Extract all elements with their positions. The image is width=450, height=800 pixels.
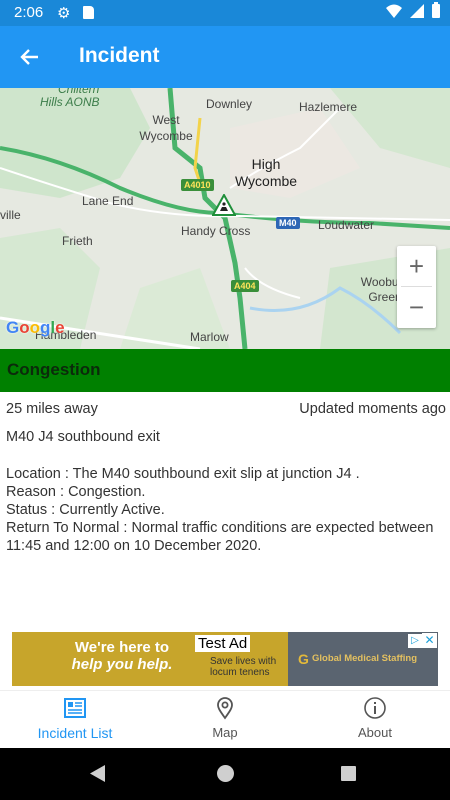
map-label-marlow: Marlow (190, 330, 229, 344)
bottom-nav: Incident List Map About (0, 690, 450, 748)
back-button[interactable] (10, 38, 48, 76)
incident-marker-icon[interactable] (212, 194, 236, 216)
map-tiles (0, 88, 450, 349)
system-recents-icon[interactable] (341, 766, 356, 781)
ad-choices-icon[interactable]: ▷ (408, 634, 422, 648)
nav-item-incident-list[interactable]: Incident List (0, 691, 150, 749)
incident-updated: Updated moments ago (299, 401, 446, 417)
battery-icon (432, 2, 440, 18)
incident-status-band: Congestion (0, 349, 450, 392)
nav-label-incident-list: Incident List (37, 725, 113, 741)
gear-icon: ⚙ (57, 5, 71, 22)
map-label-handy-cross: Handy Cross (181, 224, 251, 238)
ad-close-button[interactable]: ✕ (422, 633, 437, 648)
system-back-icon[interactable] (90, 765, 106, 782)
system-home-icon[interactable] (217, 765, 234, 782)
page-title: Incident (79, 44, 160, 67)
nav-item-map[interactable]: Map (150, 691, 300, 749)
map-label-hills-aonb: Hills AONB (40, 95, 100, 109)
info-icon (364, 697, 386, 719)
map-label-west-wycombe: West Wycombe (139, 113, 193, 143)
nav-label-map: Map (212, 725, 238, 740)
map-label-lane-end: Lane End (82, 194, 134, 208)
app-bar: Incident (0, 26, 450, 88)
ad-subtext-line-2: locum tenens (210, 667, 270, 678)
incident-status: Congestion (7, 360, 101, 379)
map-label-loudwater: Loudwater (318, 218, 375, 232)
status-bar: 2:06 ⚙ (0, 0, 450, 26)
road-shield-a404: A404 (231, 280, 259, 292)
zoom-control: + − (397, 246, 436, 328)
zoom-out-button[interactable]: − (397, 287, 436, 327)
incident-reason: Reason : Congestion. (6, 484, 146, 500)
map-label-frieth: Frieth (62, 234, 93, 248)
sd-card-icon (83, 6, 94, 19)
google-logo: Google (6, 318, 65, 337)
signal-icon (410, 4, 424, 18)
incident-description: Location : The M40 southbound exit slip … (6, 465, 446, 555)
ad-headline-line-2: help you help. (71, 656, 173, 673)
ad-headline-line-1: We're here to (74, 639, 170, 656)
wifi-icon (386, 4, 402, 18)
ad-banner[interactable]: We're here to help you help. Test Ad Sav… (12, 632, 438, 686)
list-icon (64, 698, 86, 718)
map-label-ville: ville (0, 208, 21, 222)
road-shield-m40: M40 (276, 217, 300, 229)
system-nav-bar (0, 748, 450, 800)
ad-subtext: Save lives with locum tenens (210, 656, 276, 678)
ad-brand-logo-icon: G (298, 651, 309, 667)
nav-label-about: About (358, 725, 392, 740)
ad-brand-name: Global Medical Staffing (312, 653, 418, 664)
ad-test-label: Test Ad (195, 635, 251, 652)
incident-status-line: Status : Currently Active. (6, 502, 165, 518)
incident-distance: 25 miles away (6, 401, 98, 417)
arrow-back-icon (20, 49, 38, 65)
map-pin-icon (217, 697, 233, 720)
incident-location: Location : The M40 southbound exit slip … (6, 466, 360, 482)
ad-subtext-line-1: Save lives with (210, 656, 277, 667)
status-time: 2:06 (14, 4, 44, 21)
zoom-in-button[interactable]: + (397, 246, 436, 286)
ad-headline: We're here to help you help. (62, 639, 182, 673)
road-shield-a4010: A4010 (181, 179, 214, 191)
map-label-high-wycombe: High Wycombe (234, 156, 298, 189)
nav-item-about[interactable]: About (300, 691, 450, 749)
incident-return-to-normal: Return To Normal : Normal traffic condit… (6, 520, 434, 554)
map-label-downley: Downley (206, 97, 253, 111)
map-label-hazlemere: Hazlemere (299, 100, 358, 114)
incident-map[interactable]: Chiltern Hills AONB Downley Hazlemere We… (0, 88, 450, 349)
incident-title: M40 J4 southbound exit (6, 429, 160, 445)
